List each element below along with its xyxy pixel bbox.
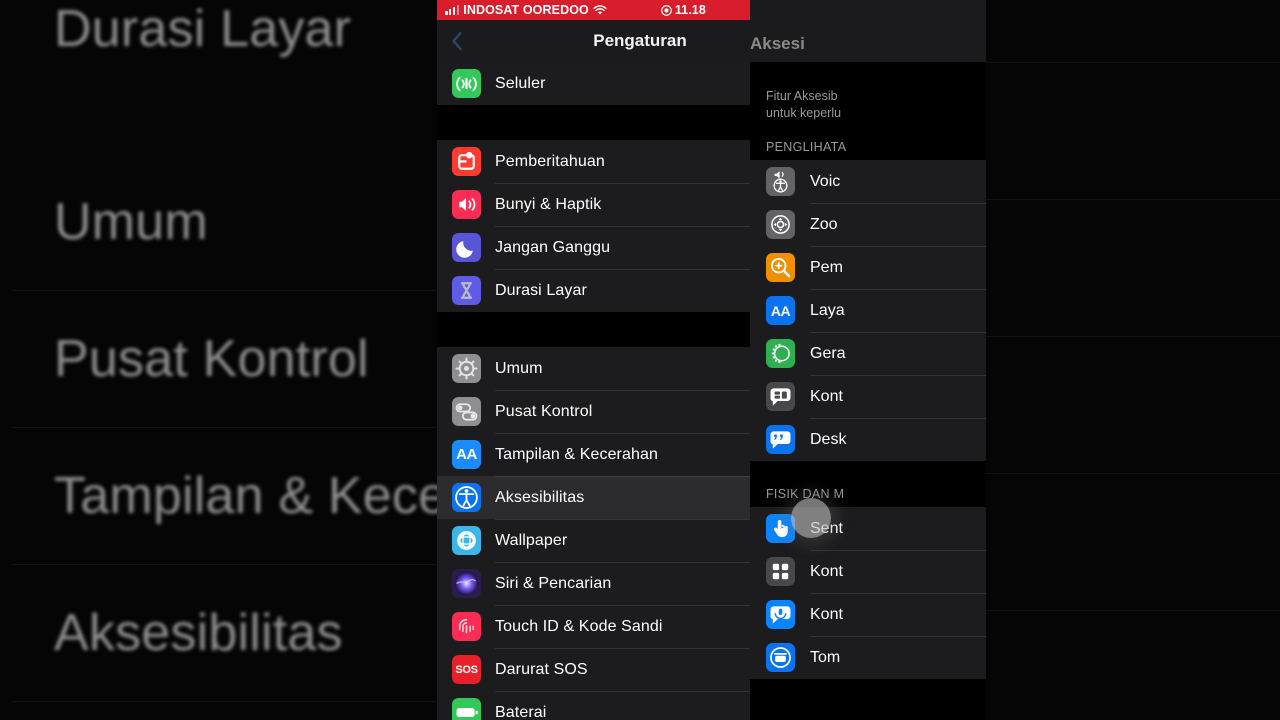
accessibility-icon [452,483,481,512]
zoom-icon [766,210,795,239]
background-row-label: Tampilan & Kecerahan [54,466,437,525]
side-button-icon [766,643,795,672]
accessibility-row-touch[interactable]: Sent [750,507,986,550]
battery-settings-icon [452,698,481,720]
section-header-vision: PENGLIHATA [766,140,847,154]
background-row: Pusat Kontrol [0,290,437,427]
background-row: Umum [0,153,437,290]
settings-row-label: Pemberitahuan [495,152,605,170]
accessibility-row-spoken-content[interactable]: Kont [750,375,986,418]
settings-row-label: Wallpaper [495,531,568,549]
accessibility-intro: Fitur Aksesib untuk keperlu [750,62,986,122]
general-gear-icon [452,354,481,383]
settings-row-label: Aksesibilitas [495,488,585,506]
accessibility-navbar: Aksesi [750,0,986,62]
intro-line-1: Fitur Aksesib [766,89,838,103]
settings-row-label: Durasi Layar [495,281,587,299]
carrier-label: INDOSAT OOREDOO [463,3,589,17]
settings-row-label: Pusat Kontrol [495,402,593,420]
magnifier-icon [766,253,795,282]
accessibility-row-voiceover[interactable]: Voic [750,160,986,203]
accessibility-row-label: Kont [810,605,843,623]
settings-row-label: Umum [495,359,543,377]
control-center-icon [452,397,481,426]
accessibility-row-label: Laya [810,301,845,319]
audio-descriptions-icon [766,425,795,454]
background-row: Durasi Layar [0,0,437,97]
accessibility-row-zoom[interactable]: Zoo [750,203,986,246]
accessibility-row-magnifier[interactable]: Pem [750,246,986,289]
intro-line-2: untuk keperlu [766,106,842,120]
accessibility-row-switch-control[interactable]: Kont [750,550,986,593]
settings-row-label: Touch ID & Kode Sandi [495,617,663,635]
accessibility-row-label: Kont [810,387,843,405]
background-gap [0,97,437,153]
do-not-disturb-icon [452,233,481,262]
accessibility-title: Aksesi [750,34,805,53]
clock-label: 11.18 [674,3,706,17]
accessibility-row-label: Zoo [810,215,838,233]
emergency-sos-icon: SOS [452,655,481,684]
location-services-icon [660,4,672,16]
touch-id-icon [452,612,481,641]
settings-row-label: Siri & Pencarian [495,574,612,592]
accessibility-row-display-text-size[interactable]: AA Laya [750,289,986,332]
switch-control-icon [766,557,795,586]
settings-row-label: Jangan Ganggu [495,238,611,256]
accessibility-row-motion[interactable]: Gera [750,332,986,375]
voice-control-icon [766,600,795,629]
section-header-physical: FISIK DAN M [766,487,845,501]
accessibility-row-audio-descriptions[interactable]: Desk [750,418,986,461]
wallpaper-icon [452,526,481,555]
settings-row-label: Baterai [495,703,547,720]
accessibility-row-label: Desk [810,430,847,448]
accessibility-row-label: Kont [810,562,843,580]
background-row: Wallpaper [0,701,437,720]
display-text-size-icon: AA [766,296,795,325]
motion-icon [766,339,795,368]
voiceover-icon [766,167,795,196]
spoken-content-icon [766,382,795,411]
screen-time-icon [452,276,481,305]
background-row-label: Umum [54,192,208,251]
background-row-label: Durasi Layar [54,0,352,58]
settings-row-label: Seluler [495,74,546,92]
cellular-icon [452,69,481,98]
settings-row-label: Darurat SOS [495,660,588,678]
page-title: Pengaturan [593,31,687,50]
cellular-signal-icon [445,5,460,15]
accessibility-row-label: Voic [810,172,841,190]
sound-haptics-icon [452,190,481,219]
background-left-blurred-settings: Durasi Layar Umum Pusat Kontrol AATampilan … [0,0,437,720]
background-row-label: Aksesibilitas [54,603,343,662]
accessibility-row-voice-control[interactable]: Kont [750,593,986,636]
background-row: Aksesibilitas [0,564,437,701]
background-row: AATampilan & Kecerahan [0,427,437,564]
touch-point-indicator [791,498,831,538]
accessibility-row-label: Pem [810,258,843,276]
display-brightness-icon: AA [452,440,481,469]
background-row-label: Pusat Kontrol [54,329,369,388]
settings-row-label: Bunyi & Haptik [495,195,602,213]
notifications-icon [452,147,481,176]
settings-row-label: Tampilan & Kecerahan [495,445,658,463]
accessibility-row-label: Gera [810,344,846,362]
chevron-left-icon[interactable] [451,31,463,51]
accessibility-panel: Aksesi Fitur Aksesib untuk keperlu PENGL… [750,0,986,720]
siri-icon [452,569,481,598]
accessibility-row-label: Tom [810,648,841,666]
accessibility-row-side-button[interactable]: Tom [750,636,986,679]
